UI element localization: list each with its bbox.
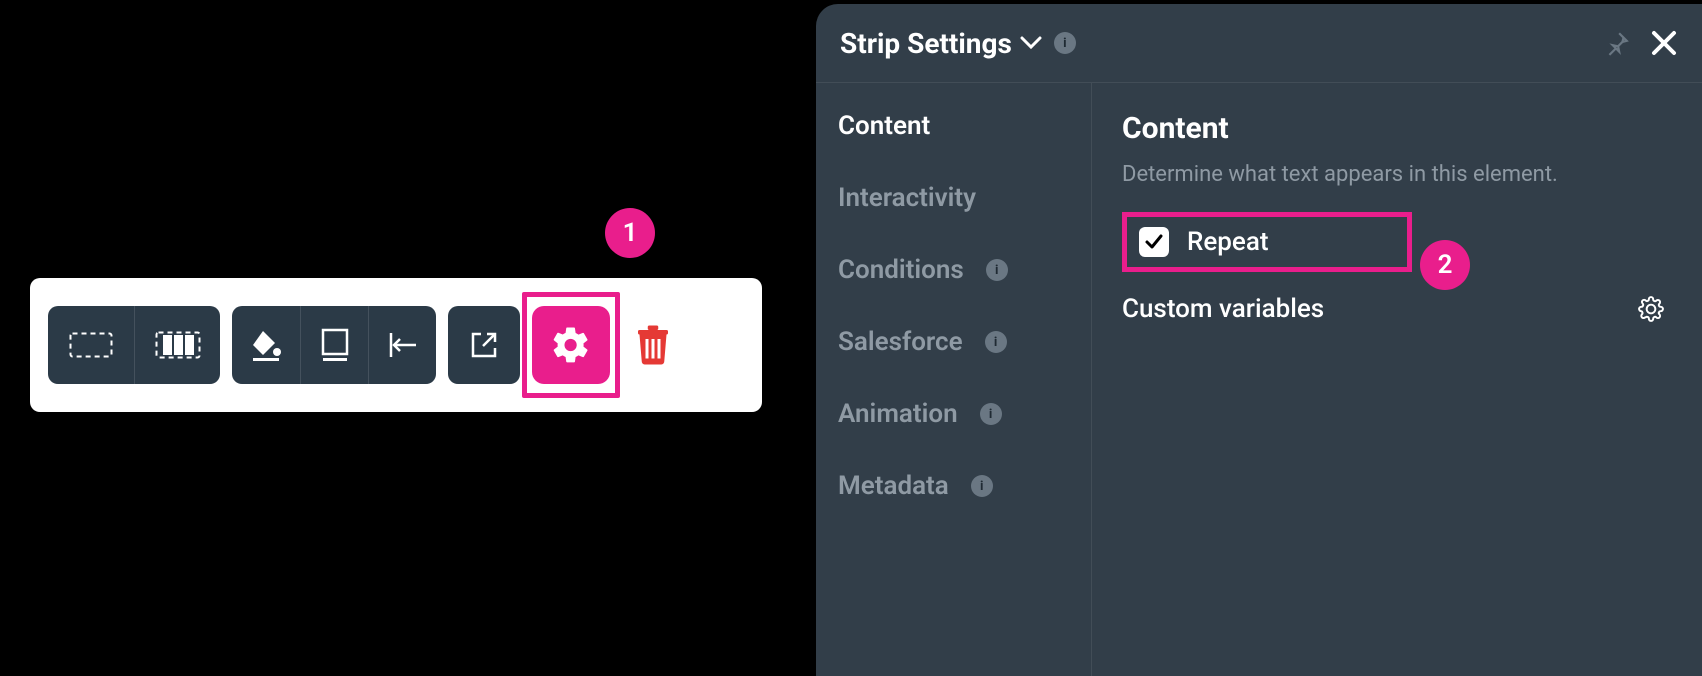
- border-button[interactable]: [300, 306, 368, 384]
- toolbar: [30, 278, 762, 412]
- panel-title-text: Strip Settings: [840, 27, 1012, 60]
- nav-label: Salesforce: [838, 327, 963, 357]
- nav-label: Interactivity: [838, 183, 976, 213]
- open-external-button[interactable]: [448, 306, 520, 384]
- nav-label: Content: [838, 111, 930, 141]
- nav-conditions[interactable]: Conditions i: [838, 255, 1069, 285]
- dashed-rect-button[interactable]: [48, 306, 134, 384]
- check-icon: [1144, 232, 1164, 252]
- info-icon[interactable]: i: [985, 331, 1007, 353]
- repeat-checkbox[interactable]: [1139, 227, 1169, 257]
- gear-icon: [550, 324, 592, 366]
- settings-gear-button[interactable]: [532, 306, 610, 384]
- repeat-label: Repeat: [1187, 227, 1269, 257]
- border-icon: [320, 328, 350, 362]
- info-icon[interactable]: i: [1054, 32, 1076, 54]
- panel-nav: Content Interactivity Conditions i Sales…: [816, 83, 1092, 676]
- nav-animation[interactable]: Animation i: [838, 399, 1069, 429]
- panel-content: Content Determine what text appears in t…: [1092, 83, 1702, 676]
- custom-variables-row: Custom variables: [1122, 294, 1672, 324]
- nav-label: Animation: [838, 399, 958, 429]
- content-description: Determine what text appears in this elem…: [1122, 160, 1672, 190]
- nav-label: Metadata: [838, 471, 949, 501]
- delete-button[interactable]: [618, 306, 688, 384]
- nav-interactivity[interactable]: Interactivity: [838, 183, 1069, 213]
- fill-icon: [249, 328, 283, 362]
- info-icon[interactable]: i: [980, 403, 1002, 425]
- panel-header: Strip Settings i: [816, 4, 1702, 82]
- strip-settings-panel: Strip Settings i Content Interactivity: [816, 4, 1702, 676]
- nav-metadata[interactable]: Metadata i: [838, 471, 1069, 501]
- toolbar-group-1: [48, 306, 220, 384]
- callout-badge-1: 1: [605, 208, 655, 258]
- callout-number: 1: [623, 218, 638, 248]
- chevron-down-icon[interactable]: [1020, 36, 1042, 50]
- filmstrip-icon: [155, 331, 201, 359]
- panel-body: Content Interactivity Conditions i Sales…: [816, 82, 1702, 676]
- toolbar-group-2: [232, 306, 436, 384]
- gear-icon[interactable]: [1638, 296, 1664, 322]
- info-icon[interactable]: i: [971, 475, 993, 497]
- pin-icon[interactable]: [1604, 30, 1630, 56]
- trash-icon: [635, 325, 671, 365]
- filmstrip-button[interactable]: [134, 306, 220, 384]
- nav-content[interactable]: Content: [838, 111, 1069, 141]
- align-left-button[interactable]: [368, 306, 436, 384]
- content-heading: Content: [1122, 111, 1672, 146]
- callout-number: 2: [1438, 250, 1453, 280]
- nav-salesforce[interactable]: Salesforce i: [838, 327, 1069, 357]
- close-icon[interactable]: [1650, 29, 1678, 57]
- fill-button[interactable]: [232, 306, 300, 384]
- toolbar-group-3: [448, 306, 520, 384]
- align-left-icon: [388, 332, 418, 358]
- panel-title[interactable]: Strip Settings: [840, 27, 1012, 60]
- repeat-option: Repeat: [1122, 212, 1412, 272]
- info-icon[interactable]: i: [986, 259, 1008, 281]
- open-external-icon: [469, 330, 499, 360]
- custom-variables-label: Custom variables: [1122, 294, 1324, 324]
- callout-badge-2: 2: [1420, 240, 1470, 290]
- nav-label: Conditions: [838, 255, 964, 285]
- dashed-rect-icon: [69, 332, 113, 358]
